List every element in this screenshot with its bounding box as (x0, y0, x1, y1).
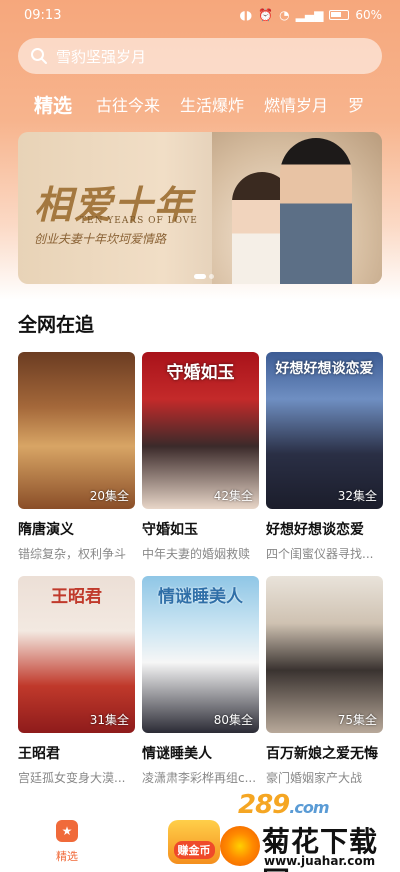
banner-actor (280, 138, 352, 284)
show-card[interactable]: 情谜睡美人 80集全 情谜睡美人 凌潇肃李彩桦再组c... (142, 576, 259, 786)
banner-pagination (194, 274, 214, 279)
tab-more[interactable]: 罗 (338, 92, 374, 116)
search-icon (31, 48, 47, 64)
tab-life[interactable]: 生活爆炸 (170, 92, 254, 116)
banner-subtitle: 创业夫妻十年坎坷爱情路 (34, 232, 167, 246)
episode-count: 75集全 (337, 713, 377, 727)
show-grid: 20集全 隋唐演义 错综复杂，权利争斗 守婚如玉 42集全 守婚如玉 中年夫妻的… (18, 352, 384, 786)
earn-coins-button[interactable]: 赚金币 (168, 820, 220, 864)
show-poster: 好想好想谈恋爱 32集全 (266, 352, 383, 509)
show-description: 四个闺蜜仪器寻找... (266, 547, 374, 561)
tab-passion[interactable]: 燃情岁月 (254, 92, 338, 116)
pagination-dot (209, 274, 214, 279)
show-card[interactable]: 王昭君 31集全 王昭君 宫廷孤女变身大漠... (18, 576, 135, 786)
watermark-number: 289 (238, 790, 290, 820)
watermark-tld: .com (289, 798, 329, 817)
search-placeholder: 雪豹坚强岁月 (56, 47, 147, 66)
earn-coins-label: 赚金币 (173, 841, 215, 859)
show-card[interactable]: 好想好想谈恋爱 32集全 好想好想谈恋爱 四个闺蜜仪器寻找... (266, 352, 383, 562)
show-poster: 守婚如玉 42集全 (142, 352, 259, 509)
show-title: 情谜睡美人 (142, 746, 212, 762)
poster-title: 情谜睡美人 (158, 587, 243, 607)
show-description: 错综复杂，权利争斗 (18, 547, 127, 561)
episode-count: 20集全 (89, 489, 129, 503)
tab-ancient[interactable]: 古往今来 (86, 92, 170, 116)
section-title: 全网在追 (18, 314, 95, 336)
status-bar: 09:13 ◖◗ ⏰ ◔ ▂▄▆ 60% (0, 0, 400, 30)
show-poster: 20集全 (18, 352, 135, 509)
chrysanthemum-icon (220, 826, 260, 866)
status-time: 09:13 (24, 7, 62, 23)
episode-count: 42集全 (213, 489, 253, 503)
show-title: 王昭君 (18, 746, 60, 762)
wifi-icon: ◔ (279, 8, 290, 22)
show-card[interactable]: 守婚如玉 42集全 守婚如玉 中年夫妻的婚姻救赎 (142, 352, 259, 562)
status-icons: ◖◗ ⏰ ◔ ▂▄▆ 60% (240, 8, 382, 22)
signal-icon: ▂▄▆ (295, 8, 324, 22)
episode-count: 31集全 (89, 713, 129, 727)
nav-featured[interactable]: ★ 精选 (50, 820, 84, 864)
headphones-icon: ◖◗ (239, 8, 253, 22)
show-poster: 王昭君 31集全 (18, 576, 135, 733)
show-card[interactable]: 20集全 隋唐演义 错综复杂，权利争斗 (18, 352, 135, 562)
watermark-logo: 289.com (238, 790, 330, 820)
alarm-icon: ⏰ (258, 8, 274, 22)
show-description: 宫廷孤女变身大漠... (18, 771, 126, 785)
featured-banner[interactable]: 相爱十年 TEN YEARS OF LOVE 创业夫妻十年坎坷爱情路 (18, 132, 382, 284)
watermark-url: www.juahar.com (264, 854, 376, 868)
category-tabs: 精选 古往今来 生活爆炸 燃情岁月 罗 (0, 86, 400, 122)
show-title: 守婚如玉 (142, 522, 198, 538)
nav-featured-label: 精选 (56, 850, 78, 863)
show-title: 隋唐演义 (18, 522, 74, 538)
show-card[interactable]: 75集全 百万新娘之爱无悔 豪门婚姻家产大战 (266, 576, 383, 786)
battery-percent: 60% (355, 8, 382, 22)
search-bar[interactable]: 雪豹坚强岁月 (18, 38, 382, 74)
show-description: 中年夫妻的婚姻救赎 (142, 547, 251, 561)
show-poster: 75集全 (266, 576, 383, 733)
episode-count: 32集全 (337, 489, 377, 503)
poster-title: 守婚如玉 (166, 363, 235, 383)
banner-subtitle-en: TEN YEARS OF LOVE (80, 216, 198, 226)
episode-count: 80集全 (213, 713, 253, 727)
tab-featured[interactable]: 精选 (0, 91, 86, 118)
poster-title: 好想好想谈恋爱 (275, 361, 374, 377)
banner-image (212, 132, 382, 284)
show-title: 百万新娘之爱无悔 (266, 746, 378, 762)
battery-icon (329, 10, 350, 20)
show-description: 凌潇肃李彩桦再组c... (142, 771, 257, 785)
show-description: 豪门婚姻家产大战 (266, 771, 363, 785)
poster-title: 王昭君 (51, 587, 102, 607)
show-title: 好想好想谈恋爱 (266, 522, 364, 538)
pagination-dot (194, 274, 206, 279)
star-icon: ★ (56, 820, 78, 842)
show-poster: 情谜睡美人 80集全 (142, 576, 259, 733)
